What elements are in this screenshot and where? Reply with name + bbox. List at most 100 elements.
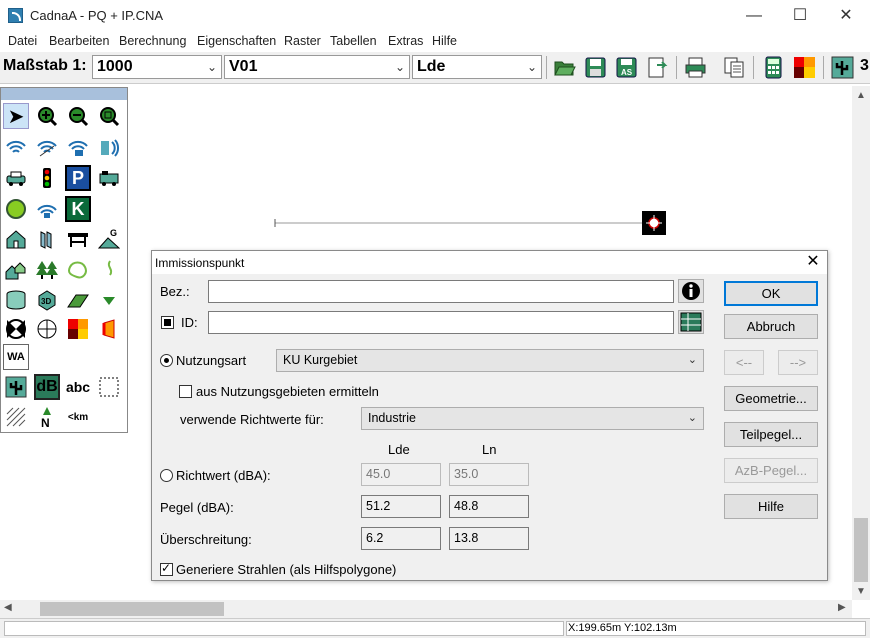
k-tool[interactable]: K (65, 196, 91, 222)
dialog-title-bar[interactable]: Immissionspunkt ✕ (152, 251, 827, 274)
geometrie-button[interactable]: Geometrie... (724, 386, 818, 411)
menu-eigenschaften[interactable]: Eigenschaften (197, 34, 276, 48)
north-arrow-tool[interactable]: N (34, 404, 60, 430)
receiver-tool[interactable] (34, 196, 60, 222)
scale-select[interactable]: 1000 ⌄ (92, 55, 222, 79)
id-checkbox[interactable] (161, 316, 174, 329)
menu-raster[interactable]: Raster (284, 34, 321, 48)
aus-nutzungsgebieten-checkbox[interactable] (179, 385, 192, 398)
print-button[interactable] (683, 55, 708, 80)
svg-text:AS: AS (621, 68, 633, 77)
road-tool[interactable] (3, 165, 29, 191)
section-tool[interactable] (34, 316, 60, 342)
green-area-tool[interactable] (3, 196, 29, 222)
export-button[interactable] (645, 55, 670, 80)
traffic-light-tool[interactable] (34, 165, 60, 191)
scroll-right-icon[interactable]: ▶ (838, 602, 846, 613)
calculator-button[interactable] (761, 55, 786, 80)
minimize-button[interactable]: — (731, 0, 777, 31)
forest-tool[interactable] (34, 257, 60, 283)
id-table-button[interactable] (678, 310, 704, 334)
richtwert-radio[interactable] (160, 469, 173, 482)
menu-bearbeiten[interactable]: Bearbeiten (49, 34, 109, 48)
nutzungsart-radio[interactable] (160, 354, 173, 367)
scroll-left-icon[interactable]: ◀ (4, 602, 12, 613)
abbruch-button[interactable]: Abbruch (724, 314, 818, 339)
open-folder-button[interactable] (552, 55, 577, 80)
horizontal-scrollbar[interactable]: ◀ ▶ (0, 600, 852, 618)
scroll-up-icon[interactable]: ▲ (856, 90, 866, 101)
grid-map-button[interactable] (792, 55, 817, 80)
scroll-down-icon[interactable]: ▼ (856, 586, 866, 597)
previous-button[interactable]: <-- (724, 350, 764, 375)
select-tool[interactable]: ➤ (3, 103, 29, 129)
nutzungsart-select[interactable]: KU Kurgebiet ⌄ (276, 349, 704, 372)
residential-area-tool[interactable] (3, 257, 29, 283)
toolbar-separator (676, 56, 677, 79)
db-label-tool[interactable]: dB (34, 374, 60, 400)
vertical-area-source-tool[interactable] (96, 134, 122, 160)
id-input[interactable] (208, 311, 674, 334)
bridge-tool[interactable] (65, 226, 91, 252)
vertical-scrollbar[interactable]: ▲ ▼ (852, 86, 870, 600)
menu-datei[interactable]: Datei (8, 34, 37, 48)
triangle-down-icon (103, 297, 115, 305)
immissionspunkt-dialog: Immissionspunkt ✕ Bez.: ID: Nutzungsart … (151, 250, 828, 581)
ok-button[interactable]: OK (724, 281, 818, 306)
level-select[interactable]: Lde ⌄ (412, 55, 542, 79)
cactus-tool-button[interactable] (830, 55, 855, 80)
toolbar-overflow[interactable]: 3 (860, 57, 869, 75)
vertical-grid-tool[interactable] (96, 316, 122, 342)
direction-tool[interactable] (3, 316, 29, 342)
copy-button[interactable] (722, 55, 747, 80)
point-marker-tool[interactable] (96, 287, 122, 313)
menu-berechnung[interactable]: Berechnung (119, 34, 186, 48)
land-use-tool[interactable]: WA (3, 344, 29, 370)
strahlen-checkbox[interactable] (160, 561, 173, 576)
scale-bar-tool[interactable]: <km (65, 404, 91, 430)
3d-view-tool[interactable]: 3D (34, 287, 60, 313)
variant-select[interactable]: V01 ⌄ (224, 55, 410, 79)
railway-tool[interactable] (96, 165, 122, 191)
text-tool[interactable]: abc (65, 374, 91, 400)
hatch-tool[interactable] (3, 404, 29, 430)
vertical-scroll-thumb[interactable] (854, 518, 868, 582)
zoom-in-tool[interactable] (34, 103, 60, 129)
hilfe-button[interactable]: Hilfe (724, 494, 818, 519)
menu-hilfe[interactable]: Hilfe (432, 34, 457, 48)
cursor-arrow-icon: ➤ (7, 105, 25, 128)
bez-input[interactable] (208, 280, 674, 303)
info-button[interactable] (678, 279, 704, 303)
save-as-button[interactable]: AS (614, 55, 639, 80)
calc-area-tool[interactable] (3, 374, 29, 400)
palette-header[interactable] (1, 88, 127, 100)
azb-pegel-button[interactable]: AzB-Pegel... (724, 458, 818, 483)
close-button[interactable]: ✕ (823, 0, 869, 31)
next-button[interactable]: --> (778, 350, 818, 375)
teilpegel-button[interactable]: Teilpegel... (724, 422, 818, 447)
cylinder-tool[interactable] (3, 287, 29, 313)
menu-tabellen[interactable]: Tabellen (330, 34, 377, 48)
height-contour-tool[interactable] (65, 257, 91, 283)
dialog-close-icon[interactable]: ✕ (802, 252, 824, 272)
menu-extras[interactable]: Extras (388, 34, 423, 48)
richtwerte-select[interactable]: Industrie ⌄ (361, 407, 704, 430)
zoom-extent-tool[interactable] (96, 103, 122, 129)
tool-palette: ➤ P K G 3D WA dB abc N <km (0, 87, 128, 433)
grid-tool[interactable] (65, 316, 91, 342)
line-source-tool[interactable] (34, 134, 60, 160)
point-source-tool[interactable] (3, 134, 29, 160)
area-source-tool[interactable] (65, 134, 91, 160)
barrier-tool[interactable] (34, 226, 60, 252)
toolbar: Maßstab 1: 1000 ⌄ V01 ⌄ Lde ⌄ AS 3 (0, 52, 870, 84)
zoom-out-tool[interactable] (65, 103, 91, 129)
maximize-button[interactable]: ☐ (777, 0, 823, 31)
parking-lot-tool[interactable]: P (65, 165, 91, 191)
embankment-tool[interactable] (65, 287, 91, 313)
save-button[interactable] (583, 55, 608, 80)
horizontal-scroll-thumb[interactable] (40, 602, 224, 616)
building-tool[interactable] (3, 226, 29, 252)
terrain-edge-tool[interactable]: G (96, 226, 122, 252)
height-line-tool[interactable] (96, 257, 122, 283)
rectangle-tool[interactable] (96, 374, 122, 400)
